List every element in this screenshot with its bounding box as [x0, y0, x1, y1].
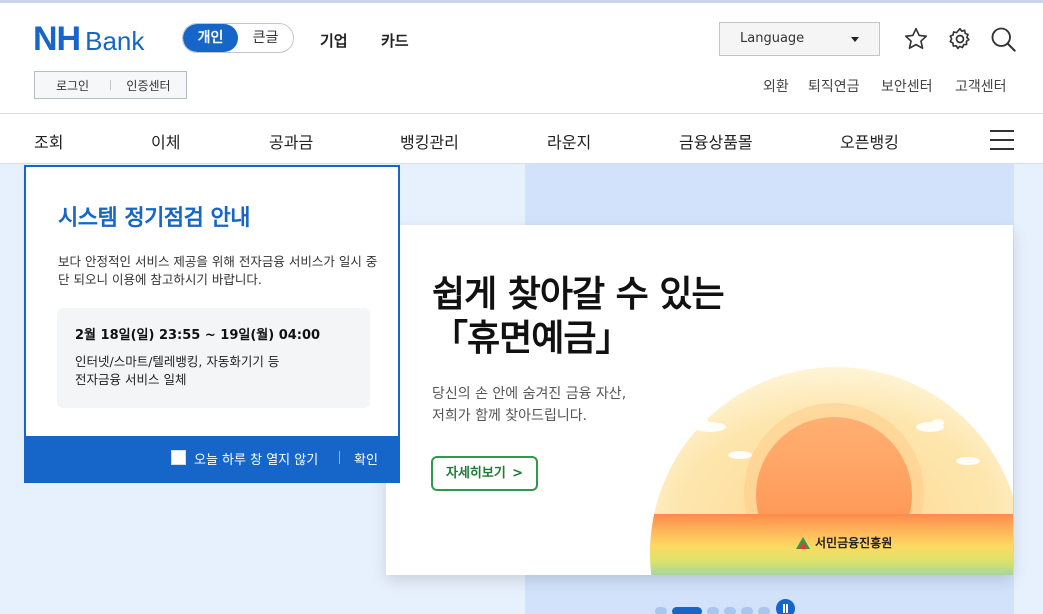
popup-title: 시스템 정기점검 안내	[58, 206, 250, 231]
logo-nh: NH	[33, 20, 81, 58]
banner-desc-line1: 당신의 손 안에 숨겨진 금융 자산,	[432, 386, 627, 402]
affected-services-line2: 전자금융 서비스 일체	[75, 372, 187, 387]
popup-description: 보다 안정적인 서비스 제공을 위해 전자금융 서비스가 일시 중단 되오니 이…	[58, 254, 378, 287]
no-show-today-checkbox[interactable]	[171, 450, 186, 465]
banner-title: 쉽게 찾아갈 수 있는 「휴면예금」	[432, 273, 725, 361]
pager-dot[interactable]	[724, 606, 736, 614]
sponsor-emblem-icon	[796, 536, 810, 549]
logo-bank: Bank	[85, 26, 145, 56]
quick-link-pension[interactable]: 퇴직연금	[808, 76, 860, 96]
divider	[339, 451, 340, 464]
confirm-button[interactable]: 확인	[354, 449, 378, 468]
sponsor-name: 서민금융진흥원	[815, 536, 893, 550]
top-menu-corporate[interactable]: 기업	[320, 30, 348, 51]
gear-icon[interactable]	[946, 25, 974, 53]
star-icon[interactable]	[902, 25, 930, 53]
banner-title-line2: 「휴면예금」	[432, 318, 631, 359]
view-mode-toggle: 개인 큰글	[182, 23, 294, 53]
gnb-open-banking[interactable]: 오픈뱅킹	[840, 129, 899, 153]
pager-dot[interactable]	[707, 606, 719, 614]
banner-detail-label: 자세히보기	[446, 466, 506, 481]
pager-dot[interactable]	[758, 606, 770, 614]
top-accent-line	[0, 0, 1043, 3]
pager-dot[interactable]	[741, 606, 753, 614]
banner-pager	[655, 605, 775, 614]
pager-dot[interactable]	[655, 606, 667, 614]
divider	[0, 113, 1043, 114]
gnb-product-mall[interactable]: 금융상품몰	[679, 129, 753, 153]
util-box: 로그인 인증센터	[34, 71, 187, 99]
banner-title-line1: 쉽게 찾아갈 수 있는	[432, 274, 725, 315]
pager-dot-current[interactable]	[672, 606, 702, 614]
maintenance-time: 2월 18일(일) 23:55 ~ 19일(월) 04:00	[75, 328, 321, 343]
maintenance-popup: 시스템 정기점검 안내 보다 안정적인 서비스 제공을 위해 전자금융 서비스가…	[24, 165, 400, 483]
gnb-banking-mgmt[interactable]: 뱅킹관리	[400, 129, 459, 153]
pause-icon[interactable]	[776, 599, 795, 614]
popup-footer: 오늘 하루 창 열지 않기 확인	[26, 436, 398, 481]
login-link[interactable]: 로그인	[35, 77, 110, 94]
banner-detail-button[interactable]: 자세히보기 >	[431, 456, 538, 491]
search-icon[interactable]	[989, 25, 1017, 53]
maintenance-info-box: 2월 18일(일) 23:55 ~ 19일(월) 04:00 인터넷/스마트/텔…	[57, 308, 370, 408]
language-label: Language	[740, 31, 805, 46]
nh-bank-logo[interactable]: NH Bank	[33, 20, 145, 58]
chevron-right-icon: >	[512, 466, 523, 481]
no-show-today-label[interactable]: 오늘 하루 창 열지 않기	[194, 449, 318, 468]
affected-services-line1: 인터넷/스마트/텔레뱅킹, 자동화기기 등	[75, 354, 280, 369]
language-select[interactable]: Language	[719, 22, 880, 56]
personal-tab[interactable]: 개인	[183, 24, 238, 52]
affected-services: 인터넷/스마트/텔레뱅킹, 자동화기기 등 전자금융 서비스 일체	[75, 353, 352, 389]
gnb-transfer[interactable]: 이체	[151, 129, 180, 153]
caret-down-icon	[851, 37, 859, 42]
large-text-tab[interactable]: 큰글	[238, 24, 293, 52]
gnb-utility[interactable]: 공과금	[269, 129, 313, 153]
quick-link-security[interactable]: 보안센터	[881, 76, 933, 96]
banner-description: 당신의 손 안에 숨겨진 금융 자산, 저희가 함께 찾아드립니다.	[432, 383, 626, 427]
quick-link-customer[interactable]: 고객센터	[955, 76, 1007, 96]
banner-desc-line2: 저희가 함께 찾아드립니다.	[432, 408, 588, 424]
gnb-inquiry[interactable]: 조회	[34, 129, 63, 153]
top-menu-card[interactable]: 카드	[381, 30, 409, 51]
menu-hamburger-icon[interactable]	[990, 130, 1014, 150]
main-banner[interactable]: 쉽게 찾아갈 수 있는 「휴면예금」 당신의 손 안에 숨겨진 금융 자산, 저…	[386, 225, 1013, 575]
quick-link-fx[interactable]: 외환	[763, 76, 789, 96]
sponsor-logo: 서민금융진흥원	[794, 534, 892, 551]
cert-center-link[interactable]: 인증센터	[111, 77, 186, 94]
gnb-lounge[interactable]: 라운지	[547, 129, 591, 153]
